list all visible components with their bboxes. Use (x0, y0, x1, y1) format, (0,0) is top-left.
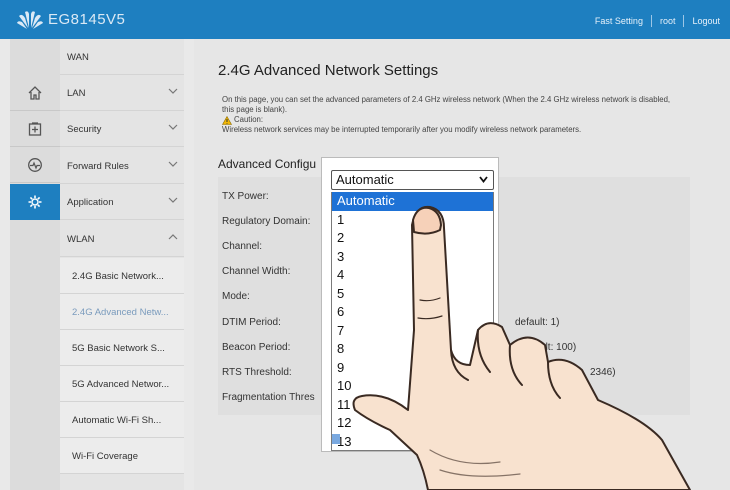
top-bar: EG8145V5 Fast Setting root Logout (0, 0, 730, 39)
option-1[interactable]: 1 (332, 211, 493, 230)
submenu-item-wifi-coverage[interactable]: Wi-Fi Coverage (60, 438, 184, 474)
add-box-icon (28, 122, 42, 136)
option-automatic[interactable]: Automatic (332, 192, 493, 211)
menu-item-security[interactable]: Security (60, 111, 184, 147)
rts-hint: 2346) (590, 367, 616, 378)
channel-dropdown-popup: Automatic Automatic 1 2 3 4 5 6 7 8 9 10… (322, 158, 498, 451)
submenu-item-auto-wifi-share[interactable]: Automatic Wi-Fi Sh... (60, 402, 184, 438)
warning-icon (222, 115, 232, 125)
submenu-item-label: Automatic Wi-Fi Sh... (72, 415, 162, 426)
option-12[interactable]: 12 (332, 414, 493, 433)
nav-home-button[interactable] (10, 75, 60, 111)
chevron-up-icon (168, 234, 178, 240)
menu-item-wan[interactable]: WAN (60, 39, 184, 75)
chevron-down-icon (479, 176, 488, 183)
option-2[interactable]: 2 (332, 229, 493, 248)
page-title: 2.4G Advanced Network Settings (218, 62, 439, 79)
submenu-item-label: 5G Basic Network S... (72, 343, 165, 354)
chevron-down-icon (168, 197, 178, 203)
submenu-item-label: Wi-Fi Coverage (72, 451, 138, 462)
field-label-channel-width: Channel Width: (222, 266, 291, 277)
caution-label: Caution: (234, 115, 264, 124)
caution-line: Caution: (222, 115, 682, 125)
field-label-channel: Channel: (222, 241, 263, 252)
nav-diagnose-button[interactable] (10, 147, 60, 183)
submenu-item-label: 2.4G Basic Network... (72, 271, 164, 282)
divider (650, 15, 652, 27)
page-description: On this page, you can set the advanced p… (222, 95, 682, 135)
option-7[interactable]: 7 (332, 322, 493, 341)
option-13[interactable]: 13 (332, 433, 493, 451)
logout-link[interactable]: Logout (692, 16, 720, 26)
option-3[interactable]: 3 (332, 248, 493, 267)
menu-item-label: Forward Rules (67, 161, 129, 172)
side-menu: WAN LAN Security Forward Rules Applicati… (60, 39, 184, 490)
menu-item-label: LAN (67, 88, 86, 99)
menu-item-lan[interactable]: LAN (60, 75, 184, 111)
chevron-down-icon (168, 124, 178, 130)
field-label-tx-power: TX Power: (222, 191, 269, 202)
beacon-hint: s; default: 100) (510, 342, 577, 353)
field-label-beacon-period: Beacon Period: (222, 342, 291, 353)
option-8[interactable]: 8 (332, 340, 493, 359)
submenu-item-label: 2.4G Advanced Netw... (72, 307, 169, 318)
field-label-dtim-period: DTIM Period: (222, 317, 281, 328)
dropdown-options: Automatic 1 2 3 4 5 6 7 8 9 10 11 12 13 (331, 192, 494, 451)
option-9[interactable]: 9 (332, 359, 493, 378)
option-5[interactable]: 5 (332, 285, 493, 304)
submenu-item-24g-advanced[interactable]: 2.4G Advanced Netw... (60, 294, 184, 330)
user-link[interactable]: root (660, 16, 676, 26)
field-label-regulatory-domain: Regulatory Domain: (222, 216, 311, 227)
nav-advanced-button[interactable] (10, 184, 60, 220)
menu-item-forward-rules[interactable]: Forward Rules (60, 148, 184, 184)
description-text: On this page, you can set the advanced p… (222, 95, 671, 114)
gear-icon (28, 195, 42, 209)
menu-item-label: WAN (67, 52, 89, 63)
field-label-fragmentation-threshold: Fragmentation Thres (222, 392, 315, 403)
icon-rail (10, 39, 60, 490)
submenu-item-5g-advanced[interactable]: 5G Advanced Networ... (60, 366, 184, 402)
dtim-hint: default: 1) (515, 317, 560, 328)
nav-status-button[interactable] (10, 111, 60, 147)
menu-item-wlan[interactable]: WLAN (60, 221, 184, 257)
activity-icon (28, 158, 42, 172)
menu-item-application[interactable]: Application (60, 184, 184, 220)
huawei-logo-icon (17, 11, 43, 29)
option-11[interactable]: 11 (332, 396, 493, 415)
option-10[interactable]: 10 (332, 377, 493, 396)
submenu-item-label: 5G Advanced Networ... (72, 379, 170, 390)
device-model: EG8145V5 (48, 10, 126, 28)
brand-logo: EG8145V5 (16, 8, 125, 30)
submenu-item-5g-basic[interactable]: 5G Basic Network S... (60, 330, 184, 366)
option-6[interactable]: 6 (332, 303, 493, 322)
section-title: Advanced Configu (218, 157, 317, 171)
caution-text: Wireless network services may be interru… (222, 125, 582, 134)
select-value: Automatic (336, 172, 394, 187)
submenu-item-24g-basic[interactable]: 2.4G Basic Network... (60, 258, 184, 294)
home-icon (28, 86, 42, 100)
chevron-down-icon (168, 161, 178, 167)
option-4[interactable]: 4 (332, 266, 493, 285)
menu-item-label: Security (67, 124, 102, 135)
field-label-rts-threshold: RTS Threshold: (222, 367, 292, 378)
fast-setting-link[interactable]: Fast Setting (595, 16, 643, 26)
top-links: Fast Setting root Logout (595, 15, 720, 27)
menu-item-label: Application (67, 197, 114, 208)
menu-item-label: WLAN (67, 234, 95, 245)
scroll-indicator[interactable] (332, 434, 340, 444)
divider (683, 15, 685, 27)
chevron-down-icon (168, 88, 178, 94)
channel-select[interactable]: Automatic (331, 170, 494, 190)
field-label-mode: Mode: (222, 291, 250, 302)
